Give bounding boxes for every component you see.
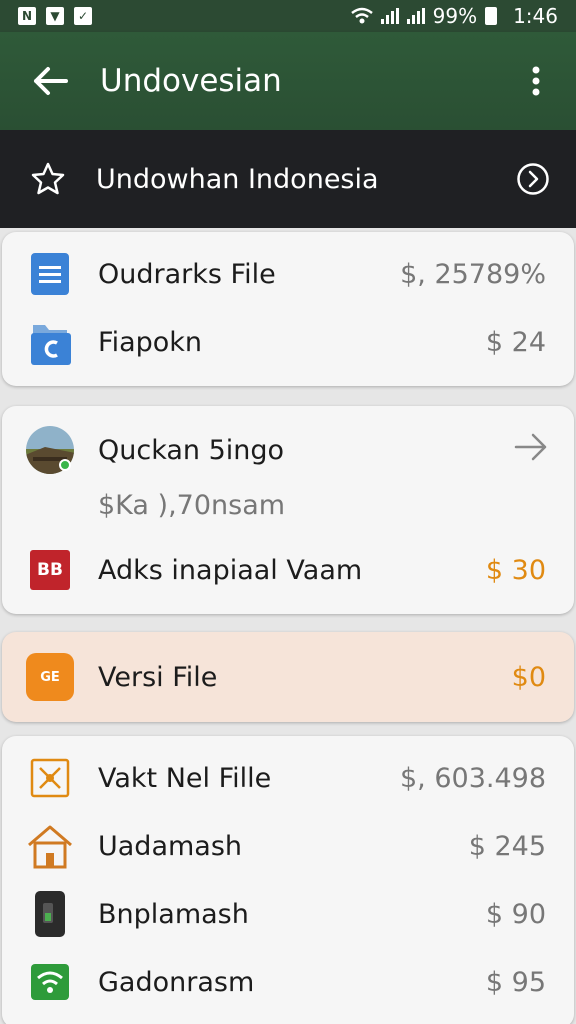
item-name: Gadonrasm bbox=[98, 966, 255, 998]
file-card-2: Vakt Nel Fille $, 603.498 Uadamash $ 245… bbox=[2, 736, 574, 1024]
overflow-menu-button[interactable] bbox=[496, 32, 576, 130]
bb-logo-icon: BB bbox=[30, 550, 70, 590]
item-value: $ 30 bbox=[485, 554, 546, 586]
file-card-1: Oudrarks File $, 25789% Fiapokn $ 24 bbox=[2, 232, 574, 386]
item-value: $ 245 bbox=[468, 830, 546, 862]
app-bar: Undovesian bbox=[0, 32, 576, 130]
list-item[interactable]: GE Versi File $0 bbox=[2, 647, 574, 707]
item-name: Bnplamash bbox=[98, 898, 249, 930]
contact-card: Quckan 5ingo $Ka ),70nsam BB Adks inapia… bbox=[2, 406, 574, 614]
signal-2-icon bbox=[406, 8, 425, 24]
list-item[interactable]: Quckan 5ingo bbox=[2, 420, 574, 480]
list-item[interactable]: Vakt Nel Fille $, 603.498 bbox=[2, 748, 574, 808]
item-name: Vakt Nel Fille bbox=[98, 762, 272, 794]
status-bar: N ▼ ✓ 99% 1:46 bbox=[0, 0, 576, 32]
page-title: Undovesian bbox=[100, 63, 282, 99]
transfer-icon bbox=[30, 758, 70, 798]
item-value: $, 25789% bbox=[400, 258, 546, 290]
list-item[interactable]: Fiapokn $ 24 bbox=[2, 312, 574, 372]
back-button[interactable] bbox=[0, 32, 100, 130]
notification-icon: N bbox=[18, 7, 36, 25]
list-item[interactable]: Uadamash $ 245 bbox=[2, 816, 574, 876]
item-name: Fiapokn bbox=[98, 326, 203, 358]
wifi-icon bbox=[31, 964, 69, 1000]
category-title: Undowhan Indonesia bbox=[96, 163, 379, 195]
star-icon[interactable] bbox=[30, 161, 66, 197]
item-name: Uadamash bbox=[98, 830, 243, 862]
item-value: $0 bbox=[511, 661, 546, 693]
item-name: Adks inapiaal Vaam bbox=[98, 554, 363, 586]
battery-icon bbox=[485, 7, 498, 25]
category-header-row[interactable]: Undowhan Indonesia bbox=[0, 130, 576, 228]
house-icon bbox=[28, 825, 72, 869]
more-vert-icon bbox=[532, 66, 540, 96]
gear-badge-icon: GE bbox=[26, 653, 74, 701]
contact-name: Quckan 5ingo bbox=[98, 434, 285, 466]
item-value: $ 90 bbox=[485, 898, 546, 930]
arrow-left-icon bbox=[34, 67, 68, 95]
clock: 1:46 bbox=[513, 4, 558, 28]
folder-c-icon bbox=[31, 325, 71, 365]
chevron-circle-icon[interactable] bbox=[516, 162, 550, 196]
list-item[interactable]: Bnplamash $ 90 bbox=[2, 884, 574, 944]
item-value: $, 603.498 bbox=[400, 762, 546, 794]
document-icon bbox=[31, 253, 69, 295]
list-item[interactable]: BB Adks inapiaal Vaam $ 30 bbox=[2, 540, 574, 600]
download-icon: ▼ bbox=[46, 7, 64, 25]
wifi-status-icon bbox=[350, 7, 373, 24]
arrow-right-icon[interactable] bbox=[514, 432, 548, 462]
contact-subtitle: $Ka ),70nsam bbox=[98, 490, 286, 521]
phone-device-icon bbox=[35, 891, 65, 937]
avatar-photo-icon bbox=[26, 426, 74, 474]
item-value: $ 24 bbox=[485, 326, 546, 358]
signal-icon bbox=[380, 8, 399, 24]
check-icon: ✓ bbox=[74, 7, 92, 25]
list-item[interactable]: Oudrarks File $, 25789% bbox=[2, 244, 574, 304]
list-item[interactable]: Gadonrasm $ 95 bbox=[2, 952, 574, 1012]
battery-percent: 99% bbox=[432, 4, 478, 28]
version-file-card: GE Versi File $0 bbox=[2, 632, 574, 722]
item-name: Oudrarks File bbox=[98, 258, 276, 290]
item-value: $ 95 bbox=[485, 966, 546, 998]
item-name: Versi File bbox=[98, 661, 218, 693]
